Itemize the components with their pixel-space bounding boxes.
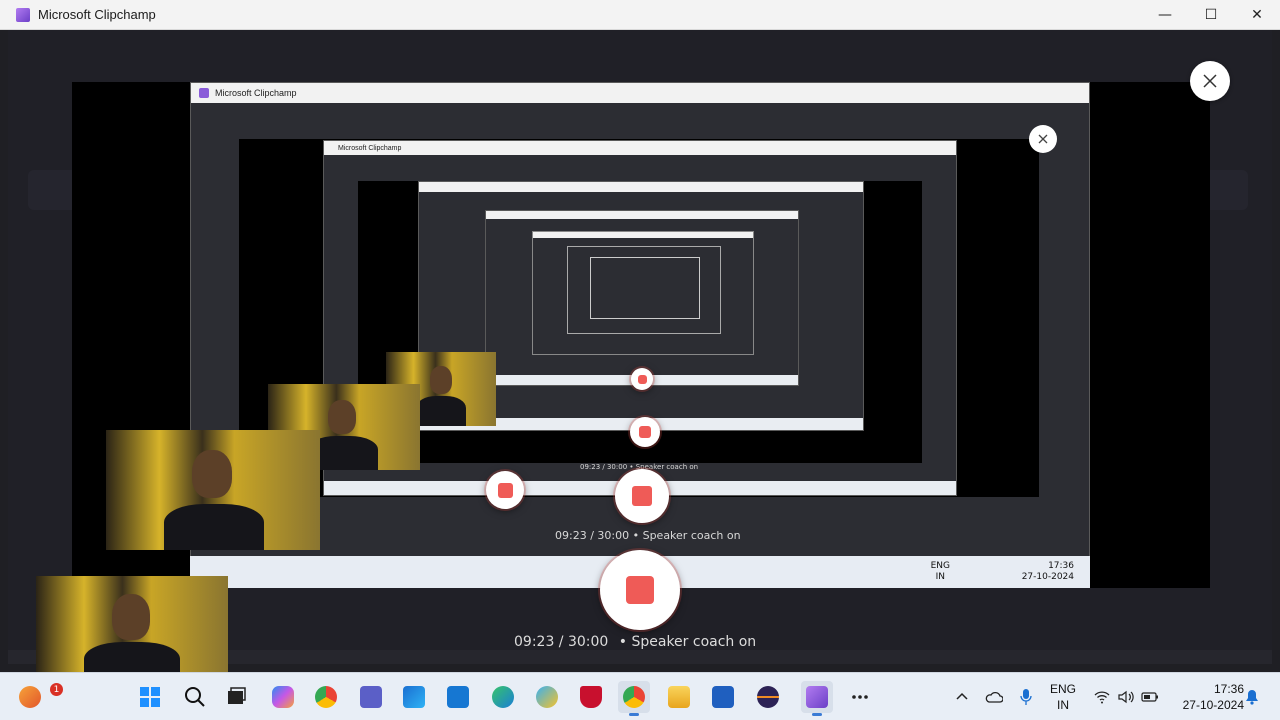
- more-icon[interactable]: [844, 681, 876, 713]
- webcam-overlay-main: [36, 576, 228, 684]
- clipchamp-app-icon: [16, 7, 30, 22]
- nested-record-button: [630, 417, 660, 447]
- microphone-icon[interactable]: [1010, 681, 1042, 713]
- system-clock[interactable]: 17:36 27-10-2024: [1183, 681, 1244, 713]
- screen-preview: Microsoft Clipchamp Microsoft Clipchamp: [72, 82, 1210, 588]
- clipchamp-icon[interactable]: [801, 681, 833, 716]
- window-title: Microsoft Clipchamp: [38, 7, 156, 22]
- onedrive-icon[interactable]: [978, 681, 1010, 713]
- nested-screen-5: [532, 231, 754, 355]
- recording-status: 09:23 / 30:00 • Speaker coach on: [514, 634, 757, 650]
- battery-icon[interactable]: [1134, 681, 1166, 713]
- nested-title: Microsoft Clipchamp: [215, 88, 297, 98]
- phone-link-icon[interactable]: [531, 681, 563, 713]
- maximize-button[interactable]: ☐: [1188, 0, 1234, 30]
- clipchamp-app-icon: [199, 88, 209, 98]
- clock-time: 17:36: [1213, 682, 1244, 696]
- copilot-icon[interactable]: [267, 681, 299, 713]
- chrome-profile-icon[interactable]: [618, 681, 650, 716]
- notification-bell-icon[interactable]: [1236, 681, 1268, 713]
- word-icon[interactable]: [707, 681, 739, 713]
- search-icon[interactable]: [179, 681, 211, 713]
- stop-recording-button[interactable]: [600, 550, 680, 630]
- nested-screen-1: Microsoft Clipchamp Microsoft Clipchamp: [190, 82, 1090, 588]
- nested-record-button: [615, 469, 669, 523]
- edge-icon[interactable]: [487, 681, 519, 713]
- nested-titlebar: Microsoft Clipchamp: [324, 141, 956, 155]
- file-explorer-icon[interactable]: [663, 681, 695, 713]
- chevron-up-icon[interactable]: [946, 681, 978, 713]
- store-icon[interactable]: [398, 681, 430, 713]
- nested-clock: 17:3627-10-2024: [1021, 561, 1074, 582]
- task-view-icon[interactable]: [220, 681, 252, 713]
- minimize-button[interactable]: —: [1142, 0, 1188, 30]
- nested-titlebar: [533, 232, 753, 238]
- nested-screen-4: [485, 210, 799, 386]
- close-window-button[interactable]: ✕: [1234, 0, 1280, 30]
- clock-date: 27-10-2024: [1182, 698, 1244, 712]
- nested-titlebar: [419, 182, 863, 192]
- mcafee-icon[interactable]: [575, 681, 607, 713]
- notification-badge: 1: [50, 683, 63, 696]
- nested-titlebar: [486, 211, 798, 219]
- nested-title: Microsoft Clipchamp: [338, 144, 402, 152]
- nested-record-button: [486, 471, 524, 509]
- language-indicator[interactable]: ENG IN: [1050, 681, 1076, 713]
- recording-timer: 09:23 / 30:00: [514, 634, 609, 650]
- nested-screen-7: [590, 257, 700, 319]
- stop-icon: [626, 576, 654, 604]
- close-recorder-button[interactable]: [1190, 61, 1230, 101]
- weather-widget-icon[interactable]: 1: [14, 681, 63, 713]
- teams-icon[interactable]: [355, 681, 387, 713]
- taskbar: 1 ENG IN 17:36 27-10-2024: [0, 672, 1280, 720]
- close-icon: [1203, 74, 1217, 88]
- window-titlebar: Microsoft Clipchamp — ☐ ✕: [0, 0, 1280, 30]
- recording-stage: Microsoft Clipchamp Microsoft Clipchamp: [8, 30, 1272, 664]
- nested-lang: ENGIN: [930, 561, 950, 582]
- chrome-icon[interactable]: [310, 681, 342, 713]
- eclipse-icon[interactable]: [752, 681, 784, 713]
- window-controls: — ☐ ✕: [1142, 0, 1280, 30]
- nested-screen-6: [567, 246, 721, 334]
- speaker-coach-status: Speaker coach on: [631, 634, 757, 650]
- nested-close-icon: [1029, 125, 1057, 153]
- nested-titlebar: Microsoft Clipchamp: [191, 83, 1089, 103]
- nested-timer-text: 09:23 / 30:00 • Speaker coach on: [555, 529, 741, 542]
- myhp-icon[interactable]: [442, 681, 474, 713]
- nested-record-button: [631, 368, 653, 390]
- start-icon[interactable]: [134, 681, 166, 713]
- webcam-overlay: [106, 430, 320, 550]
